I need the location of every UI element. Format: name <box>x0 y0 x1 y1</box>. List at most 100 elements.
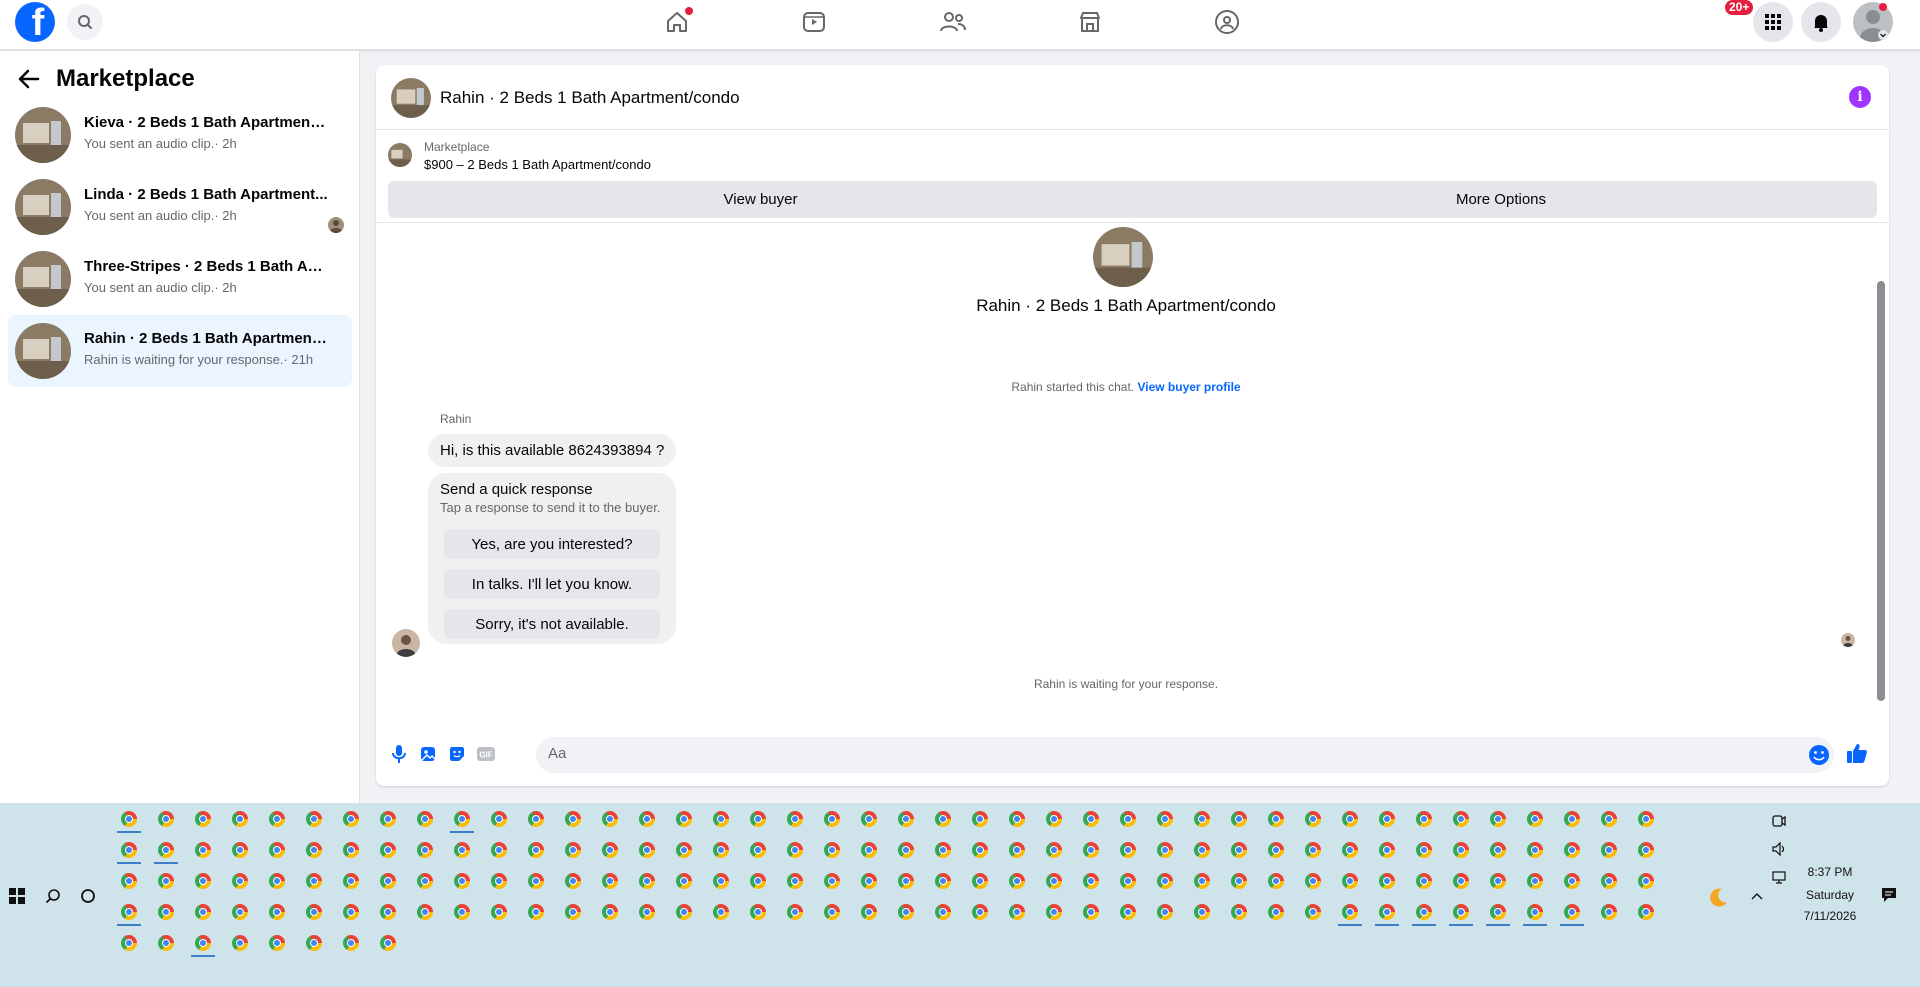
taskbar-browser-icon[interactable] <box>417 873 433 889</box>
taskbar-browser-icon[interactable] <box>158 935 174 951</box>
listing-price[interactable]: $900 – 2 Beds 1 Bath Apartment/condo <box>424 157 651 172</box>
taskbar-browser-icon[interactable] <box>1157 904 1173 920</box>
taskbar-browser-icon[interactable] <box>787 842 803 858</box>
taskbar-browser-icon[interactable] <box>1416 842 1432 858</box>
taskbar-browser-icon[interactable] <box>935 811 951 827</box>
menu-grid-button[interactable] <box>1753 2 1793 42</box>
taskbar-browser-icon[interactable] <box>232 935 248 951</box>
taskbar-browser-icon[interactable] <box>158 842 174 858</box>
notification-center-icon[interactable] <box>1880 886 1898 904</box>
taskbar-browser-icon[interactable] <box>1379 904 1395 920</box>
taskbar-browser-icon[interactable] <box>417 904 433 920</box>
taskbar-browser-icon[interactable] <box>1120 873 1136 889</box>
taskbar-browser-icon[interactable] <box>1601 811 1617 827</box>
taskbar-browser-icon[interactable] <box>787 873 803 889</box>
taskbar-browser-icon[interactable] <box>898 811 914 827</box>
taskbar-browser-icon[interactable] <box>1046 904 1062 920</box>
taskbar-browser-icon[interactable] <box>1305 842 1321 858</box>
chat-title[interactable]: Rahin · 2 Beds 1 Bath Apartment/condo <box>440 88 740 108</box>
taskbar-browser-icon[interactable] <box>269 935 285 951</box>
taskbar-browser-icon[interactable] <box>1564 842 1580 858</box>
taskbar-browser-icon[interactable] <box>269 811 285 827</box>
taskbar-browser-icon[interactable] <box>528 811 544 827</box>
view-buyer-button[interactable]: View buyer <box>388 181 1133 218</box>
taskbar-browser-icon[interactable] <box>1564 811 1580 827</box>
taskbar-browser-icon[interactable] <box>565 904 581 920</box>
taskbar-browser-icon[interactable] <box>713 842 729 858</box>
taskbar-browser-icon[interactable] <box>676 811 692 827</box>
conversation-item-three-stripes[interactable]: Three-Stripes · 2 Beds 1 Bath Apart... Y… <box>8 243 352 315</box>
taskbar-browser-icon[interactable] <box>195 842 211 858</box>
sticker-icon[interactable] <box>446 743 468 765</box>
taskbar-browser-icon[interactable] <box>1268 873 1284 889</box>
night-light-icon[interactable] <box>1708 886 1730 908</box>
taskbar-browser-icon[interactable] <box>269 873 285 889</box>
meet-now-icon[interactable] <box>1771 813 1787 829</box>
taskbar-browser-icon[interactable] <box>158 904 174 920</box>
message-scrollbar[interactable] <box>1877 281 1885 701</box>
taskbar-browser-icon[interactable] <box>1564 904 1580 920</box>
taskbar-browser-icon[interactable] <box>1416 904 1432 920</box>
taskbar-browser-icon[interactable] <box>972 811 988 827</box>
taskbar-browser-icon[interactable] <box>232 811 248 827</box>
taskbar-browser-icon[interactable] <box>1453 811 1469 827</box>
taskbar-browser-icon[interactable] <box>1527 873 1543 889</box>
taskbar-browser-icon[interactable] <box>1009 904 1025 920</box>
volume-icon[interactable] <box>1771 841 1787 857</box>
taskbar-browser-icon[interactable] <box>602 811 618 827</box>
taskbar-browser-icon[interactable] <box>1342 811 1358 827</box>
thumbs-up-icon[interactable] <box>1846 742 1868 764</box>
video-icon[interactable] <box>798 6 830 38</box>
taskbar-browser-icon[interactable] <box>713 811 729 827</box>
taskbar-browser-icon[interactable] <box>528 873 544 889</box>
network-icon[interactable] <box>1771 869 1787 885</box>
taskbar-browser-icon[interactable] <box>306 873 322 889</box>
taskbar-browser-icon[interactable] <box>639 873 655 889</box>
taskbar-browser-icon[interactable] <box>861 873 877 889</box>
gif-icon[interactable]: GIF <box>475 743 497 765</box>
taskbar-browser-icon[interactable] <box>861 811 877 827</box>
taskbar-browser-icon[interactable] <box>750 842 766 858</box>
taskbar-browser-icon[interactable] <box>1083 873 1099 889</box>
cortana-icon[interactable] <box>80 888 96 904</box>
taskbar-browser-icon[interactable] <box>1268 904 1284 920</box>
taskbar-browser-icon[interactable] <box>306 811 322 827</box>
taskbar-browser-icon[interactable] <box>1490 873 1506 889</box>
taskbar-browser-icon[interactable] <box>824 811 840 827</box>
taskbar-browser-icon[interactable] <box>1601 873 1617 889</box>
taskbar-browser-icon[interactable] <box>1379 873 1395 889</box>
taskbar-browser-icon[interactable] <box>1231 842 1247 858</box>
taskbar-browser-icon[interactable] <box>306 935 322 951</box>
taskbar-browser-icon[interactable] <box>1194 842 1210 858</box>
taskbar-browser-icon[interactable] <box>491 811 507 827</box>
taskbar-browser-icon[interactable] <box>1120 904 1136 920</box>
taskbar-browser-icon[interactable] <box>454 873 470 889</box>
taskbar-browser-icon[interactable] <box>1157 811 1173 827</box>
taskbar-browser-icon[interactable] <box>824 873 840 889</box>
view-buyer-profile-link[interactable]: View buyer profile <box>1137 380 1240 394</box>
taskbar-browser-icon[interactable] <box>269 904 285 920</box>
taskbar-browser-icon[interactable] <box>787 904 803 920</box>
taskbar-browser-icon[interactable] <box>380 842 396 858</box>
taskbar-browser-icon[interactable] <box>343 904 359 920</box>
emoji-icon[interactable] <box>1808 744 1830 766</box>
taskbar-browser-icon[interactable] <box>380 811 396 827</box>
taskbar-browser-icon[interactable] <box>1527 811 1543 827</box>
taskbar-browser-icon[interactable] <box>972 904 988 920</box>
taskbar-browser-icon[interactable] <box>1009 811 1025 827</box>
taskbar-browser-icon[interactable] <box>195 904 211 920</box>
taskbar-browser-icon[interactable] <box>195 811 211 827</box>
chevron-up-icon[interactable] <box>1750 891 1764 901</box>
taskbar-browser-icon[interactable] <box>1157 842 1173 858</box>
taskbar-browser-icon[interactable] <box>1638 811 1654 827</box>
quick-response-not-available-button[interactable]: Sorry, it's not available. <box>444 609 660 639</box>
more-options-button[interactable]: More Options <box>1125 181 1877 218</box>
groups-icon[interactable] <box>1211 6 1243 38</box>
taskbar-browser-icon[interactable] <box>1046 873 1062 889</box>
taskbar-browser-icon[interactable] <box>1638 904 1654 920</box>
taskbar-browser-icon[interactable] <box>787 811 803 827</box>
taskbar-browser-icon[interactable] <box>491 904 507 920</box>
taskbar-browser-icon[interactable] <box>1490 842 1506 858</box>
taskbar-browser-icon[interactable] <box>121 811 137 827</box>
taskbar-browser-icon[interactable] <box>306 842 322 858</box>
